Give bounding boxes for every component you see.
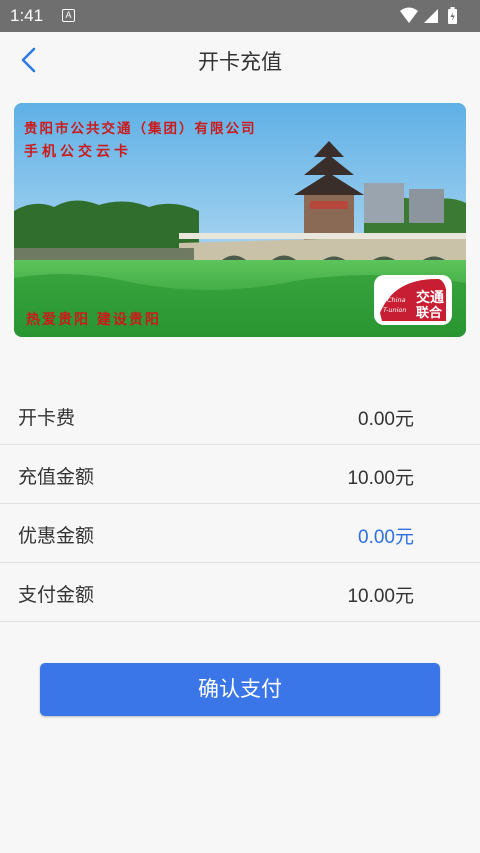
row-label: 支付金额 bbox=[18, 584, 95, 606]
row-label: 优惠金额 bbox=[18, 525, 95, 547]
card-company-name: 贵阳市公共交通（集团）有限公司 bbox=[24, 121, 257, 137]
card-slogan: 热爱贵阳 建设贵阳 bbox=[26, 312, 161, 328]
logo-top-text: 交通 bbox=[416, 289, 444, 306]
status-icons bbox=[400, 7, 457, 24]
notification-icon: A bbox=[62, 9, 75, 22]
card-product-name: 手机公交云卡 bbox=[24, 144, 132, 160]
confirm-pay-button[interactable]: 确认支付 bbox=[40, 663, 440, 716]
nav-bar: 开卡充值 bbox=[0, 32, 480, 86]
row-label: 开卡费 bbox=[18, 407, 76, 429]
signal-icon bbox=[424, 9, 438, 23]
card-artwork: 交通 联合 China T-union bbox=[14, 103, 466, 337]
row-value: 10.00元 bbox=[347, 468, 414, 489]
fee-row-card-fee: 开卡费 0.00元 bbox=[0, 386, 480, 445]
status-bar: 1:41 A bbox=[0, 0, 480, 32]
fee-row-recharge-amount: 充值金额 10.00元 bbox=[0, 445, 480, 504]
fee-list: 开卡费 0.00元 充值金额 10.00元 优惠金额 0.00元 支付金额 10… bbox=[0, 386, 480, 622]
fee-row-discount-amount: 优惠金额 0.00元 bbox=[0, 504, 480, 563]
fee-row-pay-amount: 支付金额 10.00元 bbox=[0, 563, 480, 622]
logo-en-bottom: T-union bbox=[383, 306, 407, 314]
row-value: 10.00元 bbox=[347, 586, 414, 607]
page-title: 开卡充值 bbox=[198, 50, 282, 74]
logo-en-top: China bbox=[387, 296, 406, 304]
row-value: 0.00元 bbox=[358, 409, 414, 430]
transit-card-image: 交通 联合 China T-union 贵阳市公共交通（集团）有限公司 手机公交… bbox=[14, 103, 466, 337]
row-value: 0.00元 bbox=[358, 527, 414, 548]
logo-bottom-text: 联合 bbox=[416, 305, 443, 321]
wifi-icon bbox=[400, 7, 418, 23]
status-time: 1:41 bbox=[10, 6, 44, 25]
t-union-logo: 交通 联合 China T-union bbox=[374, 275, 452, 325]
row-label: 充值金额 bbox=[18, 466, 95, 488]
